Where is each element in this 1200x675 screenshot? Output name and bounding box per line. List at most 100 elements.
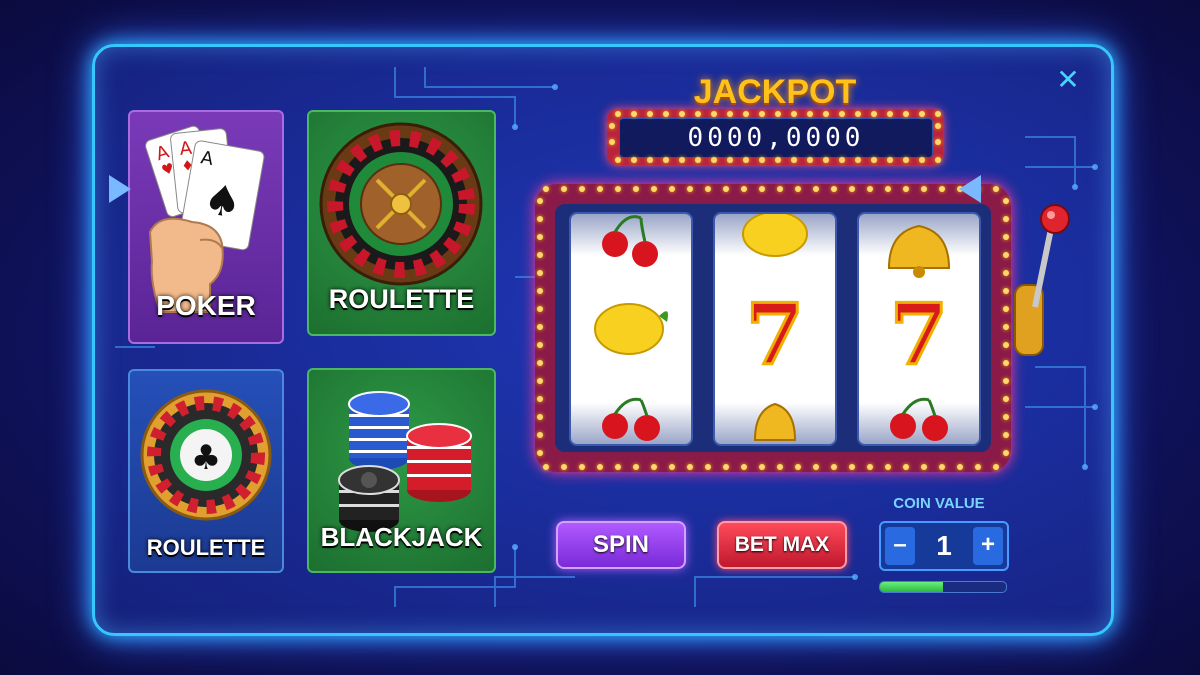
marquee-bulb	[711, 157, 717, 163]
marquee-bulb	[871, 111, 877, 117]
marquee-bulb	[921, 464, 927, 470]
game-tile-poker[interactable]: A ♥ A ♦ A ♠ POKER	[128, 110, 284, 344]
marquee-bulb	[975, 464, 981, 470]
marquee-bulb	[651, 464, 657, 470]
cherry-icon	[602, 397, 660, 441]
reel-1	[569, 212, 693, 446]
marquee-bulb	[823, 157, 829, 163]
marquee-bulb	[849, 464, 855, 470]
marquee-bulb	[537, 216, 543, 222]
marquee-bulb	[795, 186, 801, 192]
marquee-bulb	[561, 186, 567, 192]
marquee-bulb	[839, 111, 845, 117]
bet-progress-bar	[879, 581, 1007, 593]
marquee-bulb	[743, 111, 749, 117]
bet-max-button[interactable]: BET MAX	[717, 521, 847, 569]
marquee-bulb	[651, 186, 657, 192]
marquee-bulb	[609, 123, 615, 129]
marquee-bulb	[679, 111, 685, 117]
marquee-bulb	[823, 111, 829, 117]
reel-2: 7	[713, 212, 837, 446]
marquee-bulb	[741, 464, 747, 470]
marquee-bulb	[743, 157, 749, 163]
marquee-bulb	[615, 186, 621, 192]
marquee-bulb	[669, 186, 675, 192]
marquee-bulb	[537, 252, 543, 258]
marquee-bulb	[1003, 432, 1009, 438]
marquee-bulb	[777, 464, 783, 470]
marquee-bulb	[903, 157, 909, 163]
marquee-bulb	[935, 123, 941, 129]
marquee-bulb	[939, 464, 945, 470]
marquee-bulb	[537, 396, 543, 402]
game-tile-roulette[interactable]: ROULETTE	[307, 110, 496, 336]
coin-decrease-button[interactable]: –	[885, 527, 915, 565]
marquee-bulb	[543, 186, 549, 192]
spin-button[interactable]: SPIN	[556, 521, 686, 569]
marquee-bulb	[537, 342, 543, 348]
marquee-bulb	[615, 157, 621, 163]
seven-icon: 7	[746, 285, 804, 384]
marquee-bulb	[993, 464, 999, 470]
marquee-bulb	[855, 111, 861, 117]
lever-handle[interactable]	[1007, 197, 1087, 377]
marquee-bulb	[775, 111, 781, 117]
marquee-bulb	[537, 288, 543, 294]
marquee-bulb	[831, 464, 837, 470]
marquee-bulb	[723, 464, 729, 470]
marquee-bulb	[1003, 396, 1009, 402]
marquee-bulb	[579, 464, 585, 470]
marquee-bulb	[921, 186, 927, 192]
marquee-bulb	[669, 464, 675, 470]
marquee-bulb	[885, 186, 891, 192]
marquee-bulb	[705, 464, 711, 470]
marquee-bulb	[839, 157, 845, 163]
marquee-bulb	[791, 157, 797, 163]
marquee-bulb	[537, 378, 543, 384]
marquee-bulb	[759, 157, 765, 163]
marquee-bulb	[647, 157, 653, 163]
marquee-bulb	[679, 157, 685, 163]
marquee-bulb	[919, 111, 925, 117]
marquee-bulb	[695, 157, 701, 163]
cherry-icon	[890, 397, 948, 441]
marquee-bulb	[759, 186, 765, 192]
marquee-bulb	[615, 464, 621, 470]
bet-progress-fill	[880, 582, 943, 592]
marquee-bulb	[537, 270, 543, 276]
marquee-bulb	[849, 186, 855, 192]
marquee-bulb	[775, 157, 781, 163]
coin-value: 1	[936, 530, 952, 561]
jackpot-value: 0000,0000	[619, 118, 933, 158]
marquee-bulb	[647, 111, 653, 117]
lemon-icon	[594, 303, 668, 355]
marquee-bulb	[807, 157, 813, 163]
marquee-bulb	[537, 414, 543, 420]
marquee-bulb	[561, 464, 567, 470]
jackpot-title: JACKPOT	[693, 73, 857, 111]
marquee-bulb	[663, 111, 669, 117]
reel-window: 7 7	[555, 204, 991, 452]
game-tile-label: BLACKJACK	[320, 522, 483, 552]
marquee-bulb	[537, 234, 543, 240]
marquee-bulb	[903, 464, 909, 470]
marquee-bulb	[631, 111, 637, 117]
coin-value-label: COIN VALUE	[893, 495, 985, 512]
coin-increase-button[interactable]: +	[973, 527, 1003, 565]
marquee-bulb	[723, 186, 729, 192]
game-tile-roulette-2[interactable]: ♣ ROULETTE	[128, 369, 284, 573]
marquee-bulb	[633, 464, 639, 470]
marquee-bulb	[957, 464, 963, 470]
bell-icon	[753, 402, 797, 441]
marquee-bulb	[935, 111, 941, 117]
marquee-bulb	[887, 111, 893, 117]
marquee-bulb	[711, 111, 717, 117]
game-tile-blackjack[interactable]: BLACKJACK	[307, 368, 496, 573]
marquee-bulb	[537, 324, 543, 330]
marquee-bulb	[855, 157, 861, 163]
payline-right-arrow-icon	[959, 175, 981, 203]
marquee-bulb	[543, 464, 549, 470]
close-icon[interactable]: ✕	[1053, 65, 1083, 95]
cherry-icon	[602, 215, 658, 267]
marquee-bulb	[537, 450, 543, 456]
